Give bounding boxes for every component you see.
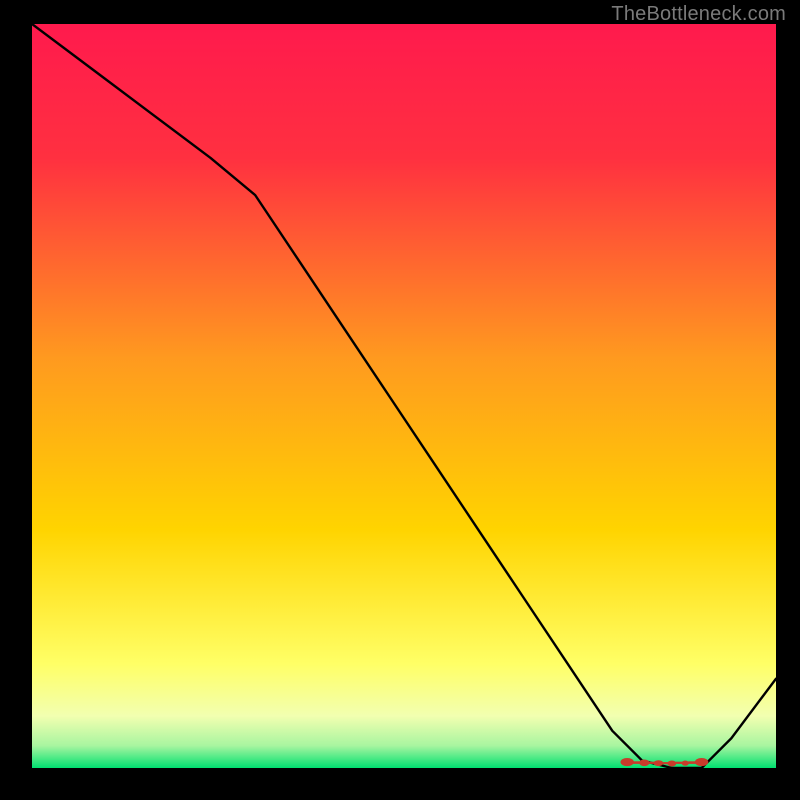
chart-curve [32,24,776,768]
series-curve [32,24,776,768]
plot-area [32,24,776,768]
chart-frame: TheBottleneck.com [0,0,800,800]
watermark-text: TheBottleneck.com [611,3,786,26]
